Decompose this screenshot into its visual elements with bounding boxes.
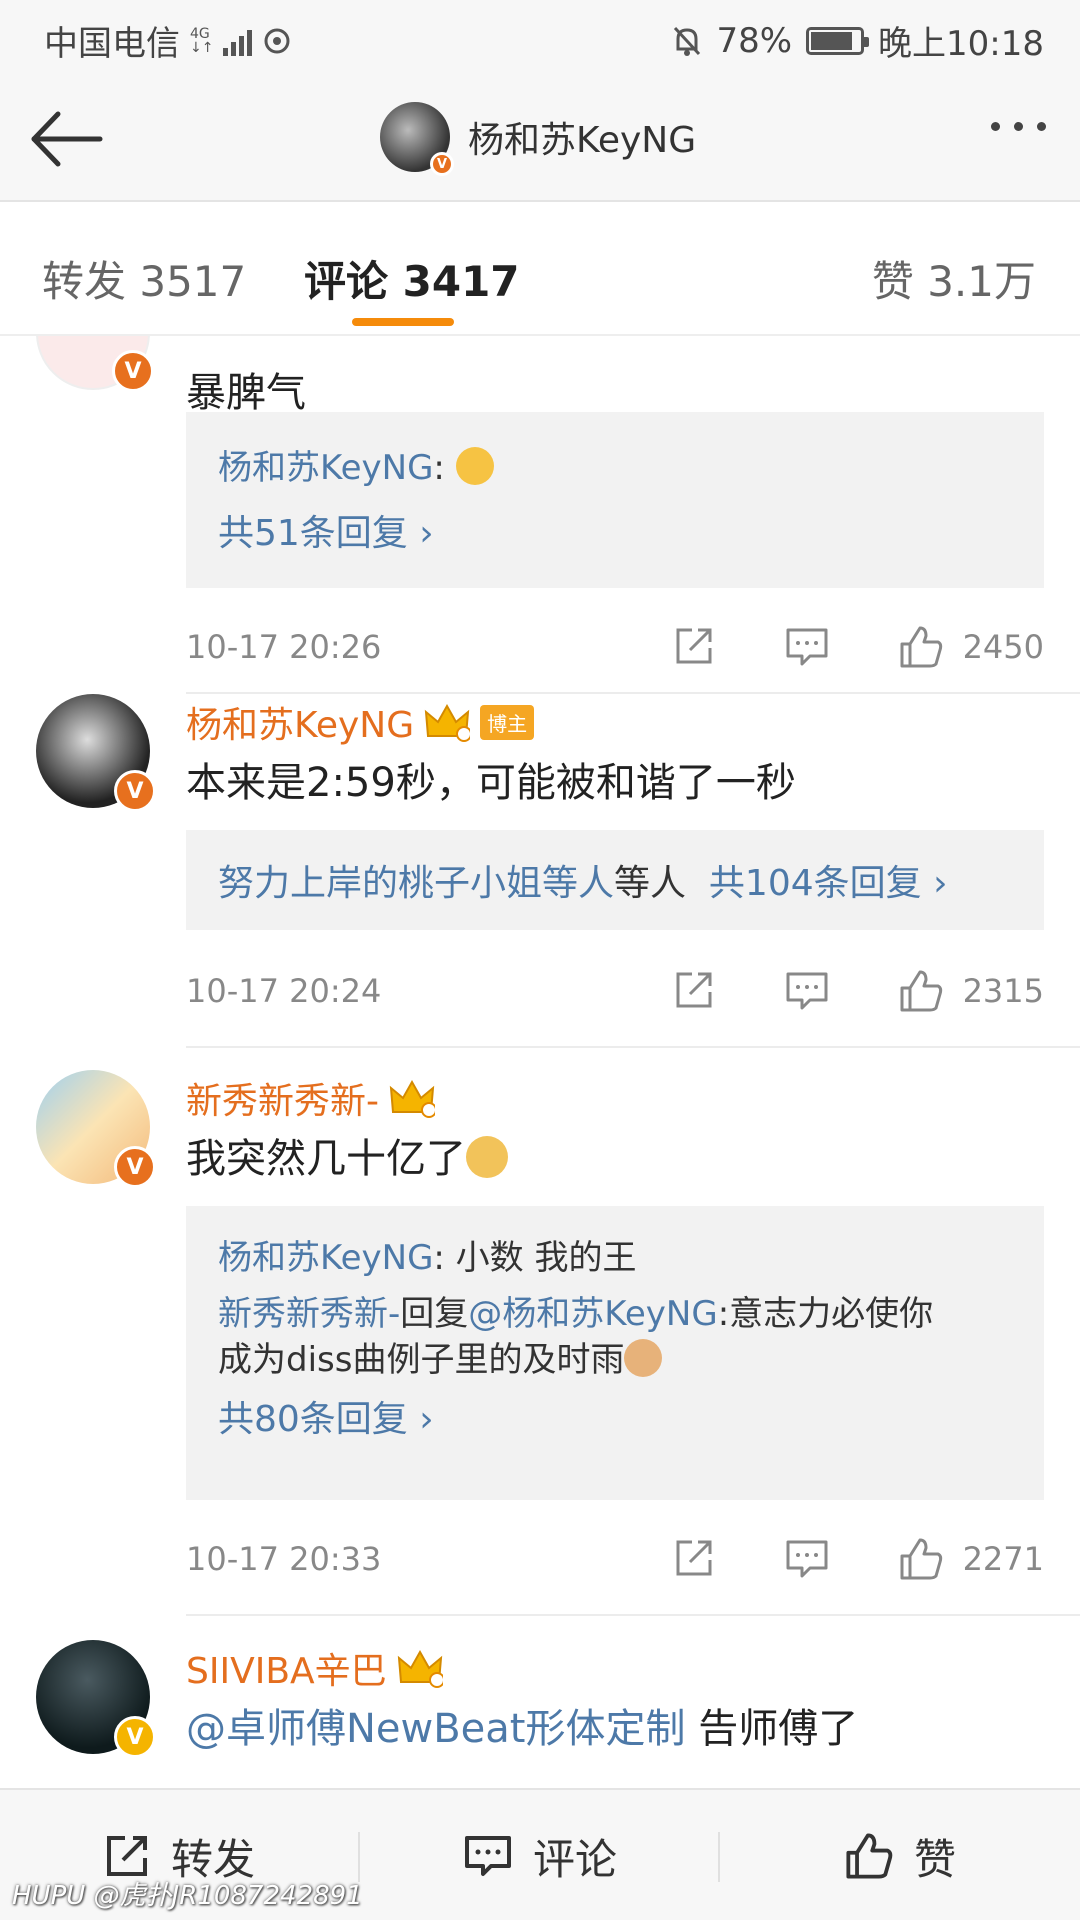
comment-time: 10-17 20:26: [186, 628, 382, 666]
list-item: V SIIVIBA辛巴 @卓师傅NewBeat形体定制 告师傅了: [0, 1640, 1080, 1786]
reply-box[interactable]: 努力上岸的桃子小姐等人等人 共104条回复 ›: [186, 830, 1044, 930]
battery-icon: [806, 26, 870, 55]
tab-repost[interactable]: 转发 3517: [42, 248, 246, 309]
avatar[interactable]: V: [36, 1070, 156, 1188]
list-item: V 新秀新秀新- 我突然几十亿了 杨和苏KeyNG: 小数 我的王 新秀新秀新-…: [0, 1070, 1080, 1630]
comment-text: @卓师傅NewBeat形体定制 告师傅了: [186, 1706, 859, 1752]
page-title: 杨和苏KeyNG: [468, 120, 697, 161]
like-count: 2450: [962, 628, 1044, 666]
verified-v-icon: V: [430, 152, 454, 176]
comment-text: 本来是2:59秒，可能被和谐了一秒: [186, 760, 796, 806]
like-count: 2271: [962, 1540, 1044, 1578]
more-replies-link[interactable]: 共80条回复 ›: [218, 1390, 434, 1442]
repost-icon[interactable]: [672, 624, 716, 668]
avatar[interactable]: V: [36, 694, 156, 812]
repost-icon[interactable]: [672, 1536, 716, 1580]
comment-list: V 暴脾气 杨和苏KeyNG: 共51条回复 › 10-17 20:26 245…: [0, 336, 1080, 1786]
comment-author[interactable]: 新秀新秀新-: [186, 1072, 435, 1124]
tab-bar: 转发 3517 评论 3417 赞 3.1万: [0, 204, 1080, 336]
reply-line: 成为diss曲例子里的及时雨: [218, 1332, 663, 1381]
reply-box[interactable]: 杨和苏KeyNG: 小数 我的王 新秀新秀新-回复@杨和苏KeyNG:意志力必使…: [186, 1206, 1044, 1500]
status-bar: 中国电信 4G ↓↑ 78% 晚上10:18: [0, 0, 1080, 76]
battery-percent: 78%: [716, 20, 793, 61]
bottom-action-bar: 转发 评论 赞 HUPU @虎扑JR1087242891: [0, 1788, 1080, 1920]
verified-v-icon: V: [112, 350, 154, 392]
like-count: 2315: [962, 972, 1044, 1010]
crown-icon: [397, 1649, 443, 1688]
repost-icon[interactable]: [672, 968, 716, 1012]
reply-box[interactable]: 杨和苏KeyNG: 共51条回复 ›: [186, 412, 1044, 588]
comment-icon[interactable]: [784, 1536, 830, 1580]
crown-icon: [424, 703, 471, 742]
comment-icon[interactable]: [784, 968, 830, 1012]
list-item: V 暴脾气 杨和苏KeyNG: 共51条回复 › 10-17 20:26 245…: [0, 336, 1080, 694]
header-user[interactable]: V 杨和苏KeyNG: [380, 102, 697, 176]
repost-icon: [106, 1836, 147, 1876]
divider: [186, 1046, 1080, 1048]
mute-bell-icon: [674, 26, 701, 56]
like-button[interactable]: 赞: [720, 1790, 1080, 1920]
comment-meta: 10-17 20:26 2450: [186, 622, 1044, 672]
list-item: V 杨和苏KeyNG 博主 本来是2:59秒，可能被和谐了一秒 努力上岸的桃子小…: [0, 694, 1080, 1068]
comment-icon: [464, 1836, 511, 1876]
clock: 晚上10:18: [878, 24, 1044, 64]
verified-v-icon: V: [114, 770, 156, 812]
comment-author[interactable]: SIIVIBA辛巴: [186, 1642, 443, 1694]
comment-button[interactable]: 评论: [360, 1790, 720, 1920]
comment-time: 10-17 20:24: [186, 972, 382, 1010]
thumbs-up-icon: [846, 1833, 893, 1879]
thumbs-up-icon[interactable]: [898, 624, 944, 670]
crown-icon: [389, 1079, 435, 1118]
comment-author[interactable]: 杨和苏KeyNG 博主: [186, 696, 535, 748]
cat-emoji-icon: [624, 1339, 663, 1377]
avatar[interactable]: V: [380, 102, 454, 176]
mention-link[interactable]: @卓师傅NewBeat形体定制: [186, 1706, 686, 1752]
more-dots-icon[interactable]: [991, 122, 1046, 131]
tab-like[interactable]: 赞 3.1万: [872, 248, 1036, 309]
doge-emoji-icon: [466, 1136, 508, 1178]
watermark: HUPU @虎扑JR1087242891: [12, 1881, 363, 1911]
avatar[interactable]: V: [36, 1640, 156, 1758]
verified-v-icon: V: [114, 1146, 156, 1188]
hotspot-icon: [264, 28, 290, 53]
active-tab-indicator: [352, 318, 454, 326]
comment-time: 10-17 20:33: [186, 1540, 382, 1578]
thumbs-up-icon[interactable]: [898, 968, 944, 1014]
reply-line: 杨和苏KeyNG: 小数 我的王: [218, 1238, 637, 1278]
avatar[interactable]: V: [36, 336, 154, 392]
comment-meta: 10-17 20:24 2315: [186, 966, 1044, 1016]
signal-icon: [223, 26, 253, 56]
network-type: 4G ↓↑: [190, 25, 214, 56]
like-label: 赞: [913, 1834, 956, 1884]
comment-icon[interactable]: [784, 624, 830, 668]
comment-text: 我突然几十亿了: [186, 1126, 508, 1184]
thumbs-up-icon[interactable]: [898, 1536, 944, 1582]
verified-v-icon: V: [114, 1716, 156, 1758]
smile-emoji-icon: [455, 447, 494, 485]
more-replies-link[interactable]: 共51条回复 ›: [218, 504, 434, 556]
divider: [186, 1614, 1080, 1616]
host-badge: 博主: [480, 704, 535, 740]
more-replies-link[interactable]: 努力上岸的桃子小姐等人等人 共104条回复 ›: [218, 854, 947, 906]
top-nav-bar: V 杨和苏KeyNG: [0, 76, 1080, 202]
tab-comment[interactable]: 评论 3417: [304, 248, 520, 309]
reply-line: 新秀新秀新-回复@杨和苏KeyNG:意志力必使你: [218, 1294, 934, 1334]
back-arrow-icon[interactable]: [28, 104, 104, 174]
comment-meta: 10-17 20:33 2271: [186, 1534, 1044, 1584]
comment-label: 评论: [532, 1834, 617, 1884]
comment-text: 暴脾气: [186, 370, 306, 416]
reply-line: 杨和苏KeyNG:: [218, 440, 494, 489]
carrier-label: 中国电信: [44, 24, 180, 64]
